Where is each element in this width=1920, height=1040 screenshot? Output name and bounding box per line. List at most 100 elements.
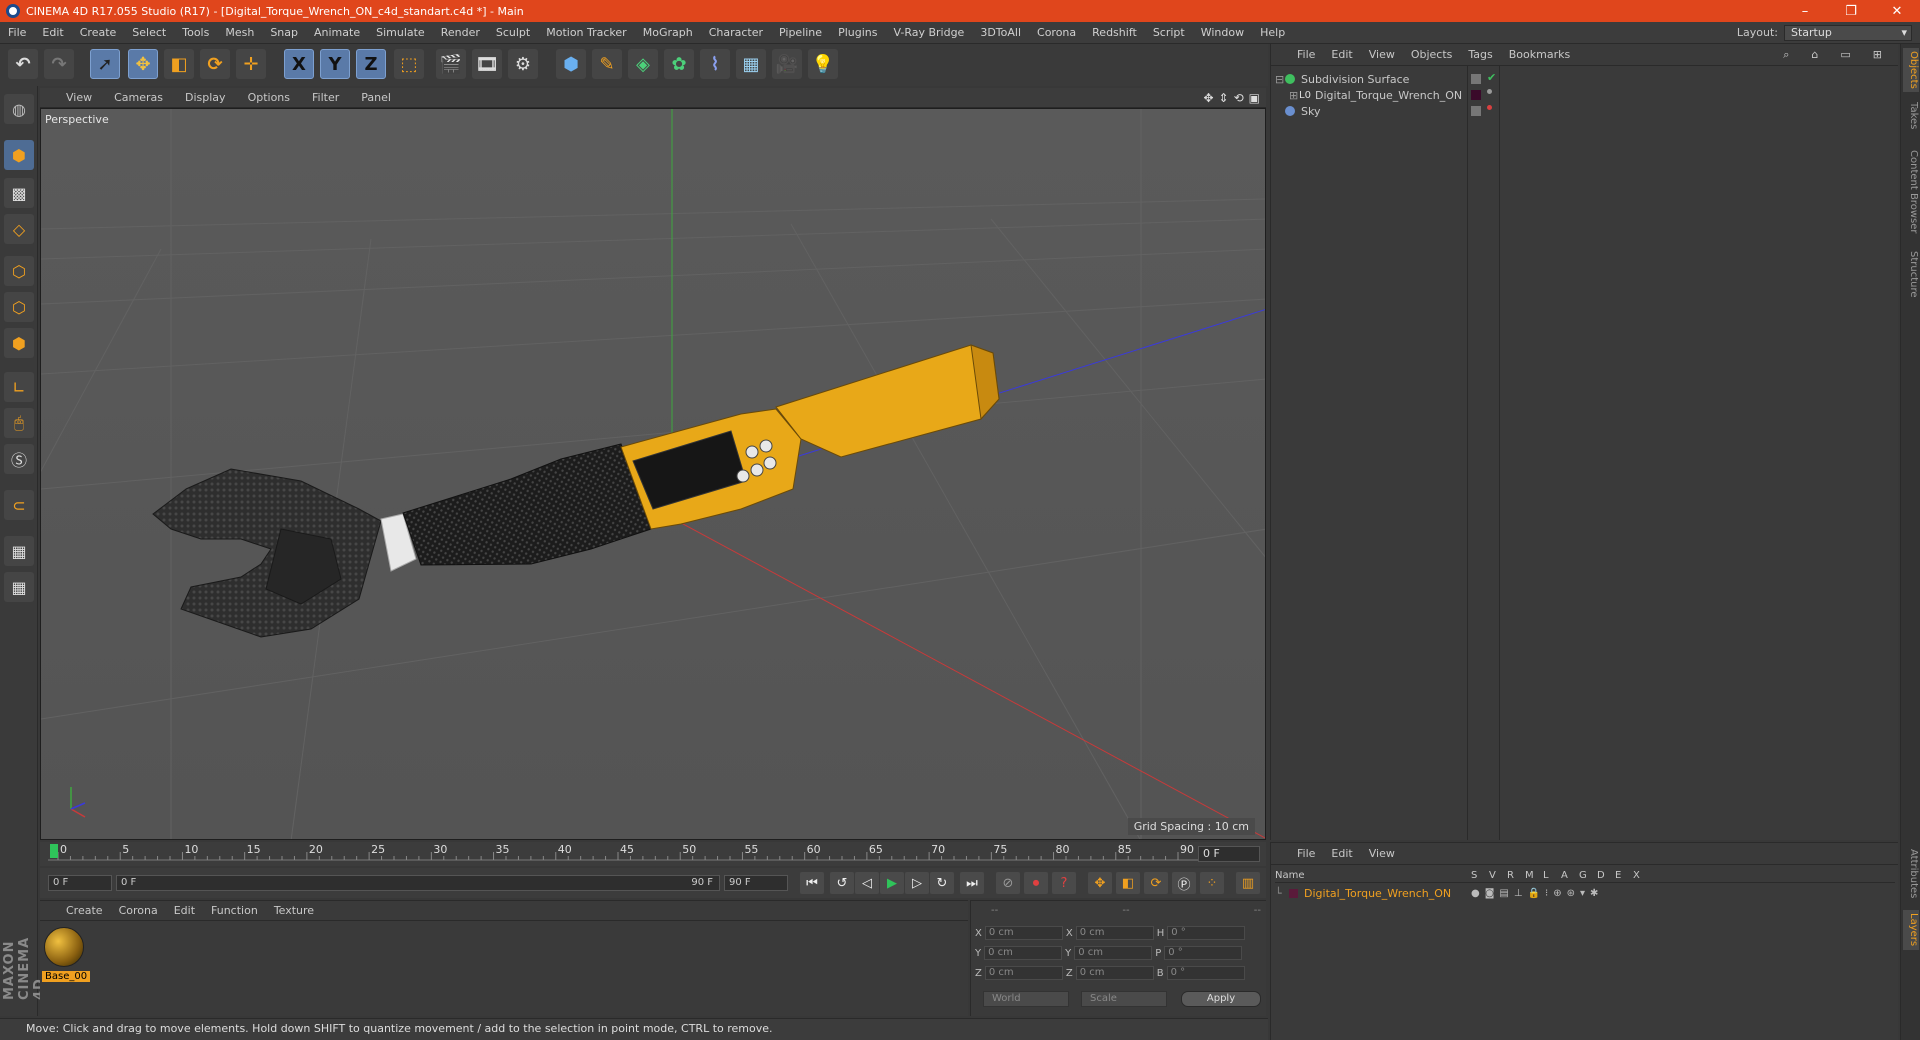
render-settings-icon[interactable]: ⚙ xyxy=(508,49,538,79)
key-scale-icon[interactable]: ◧ xyxy=(1116,872,1140,894)
pan-icon[interactable]: ✥ xyxy=(1203,91,1213,105)
subdivision-generator-icon[interactable]: ◈ xyxy=(628,49,658,79)
scale-tool-icon[interactable]: ◧ xyxy=(164,49,194,79)
menu-select[interactable]: Select xyxy=(124,26,174,39)
cloner-icon[interactable]: ✿ xyxy=(664,49,694,79)
menu-render[interactable]: Render xyxy=(433,26,488,39)
menu-edit[interactable]: Edit xyxy=(34,26,71,39)
toggle-layout-icon[interactable]: ▣ xyxy=(1249,91,1260,105)
size-y-field[interactable]: 0 cm xyxy=(1074,946,1153,960)
menu-simulate[interactable]: Simulate xyxy=(368,26,433,39)
material-menu-corona[interactable]: Corona xyxy=(111,904,166,917)
layer-menu-edit[interactable]: Edit xyxy=(1323,847,1360,860)
coordinate-mode-dropdown[interactable]: World xyxy=(983,991,1069,1007)
menu-redshift[interactable]: Redshift xyxy=(1084,26,1145,39)
make-editable-icon[interactable]: ◍ xyxy=(4,94,34,124)
material-menu-edit[interactable]: Edit xyxy=(166,904,203,917)
menu-animate[interactable]: Animate xyxy=(306,26,368,39)
side-tab-objects[interactable]: Objects xyxy=(1903,48,1919,92)
next-key-icon[interactable]: ↻ xyxy=(930,872,954,894)
layer-menu-file[interactable]: File xyxy=(1271,847,1323,860)
viewport-menu-options[interactable]: Options xyxy=(237,91,301,104)
key-parameter-icon[interactable]: Ⓟ xyxy=(1172,872,1196,894)
step-forward-icon[interactable]: ▷ xyxy=(905,872,929,894)
expand-icon[interactable]: ⊞ xyxy=(1865,48,1890,62)
menu-character[interactable]: Character xyxy=(701,26,771,39)
menu-corona[interactable]: Corona xyxy=(1029,26,1084,39)
menu-pipeline[interactable]: Pipeline xyxy=(771,26,830,39)
side-tab-attributes[interactable]: Attributes xyxy=(1903,844,1919,904)
visibility-dots-icon[interactable] xyxy=(1487,89,1492,94)
record-keys-icon[interactable]: ⏺ xyxy=(1024,872,1048,894)
timeline-ruler[interactable]: 0 5 10 15 20 25 30 35 40 45 50 55 60 65 70 75 80 85 90 0 F xyxy=(40,842,1266,866)
menu-file[interactable]: File xyxy=(0,26,34,39)
minimize-button[interactable]: – xyxy=(1782,4,1828,19)
go-to-end-icon[interactable]: ⏭ xyxy=(960,872,984,894)
tweak-mode-icon[interactable]: 🖱 xyxy=(4,408,34,438)
object-menu-edit[interactable]: Edit xyxy=(1323,48,1360,61)
transform-tool-icon[interactable]: ✛ xyxy=(236,49,266,79)
flag-view[interactable]: V xyxy=(1489,870,1496,881)
layer-flag-icons[interactable]: ●◙▤⊥🔒⁝⊕⊛▾✱ xyxy=(1471,888,1603,899)
object-name[interactable]: Sky xyxy=(1301,105,1320,118)
position-x-field[interactable]: 0 cm xyxy=(984,926,1063,940)
maximize-button[interactable]: ❐ xyxy=(1828,4,1874,19)
model-mode-icon[interactable]: ⬢ xyxy=(4,140,34,170)
editor-visibility-icon[interactable] xyxy=(1471,74,1481,84)
viewport-menu-panel[interactable]: Panel xyxy=(350,91,402,104)
key-rotation-icon[interactable]: ⟳ xyxy=(1144,872,1168,894)
viewport-menu-cameras[interactable]: Cameras xyxy=(103,91,174,104)
menu-mesh[interactable]: Mesh xyxy=(217,26,262,39)
menu-create[interactable]: Create xyxy=(72,26,125,39)
editor-visibility-icon[interactable] xyxy=(1471,106,1481,116)
deformer-icon[interactable]: ⌇ xyxy=(700,49,730,79)
perspective-viewport[interactable]: Perspective Grid Spacing : 10 cm xyxy=(40,108,1266,840)
cube-primitive-icon[interactable]: ⬢ xyxy=(556,49,586,79)
viewport-menu-display[interactable]: Display xyxy=(174,91,237,104)
flag-generators[interactable]: G xyxy=(1579,870,1587,881)
lock-workplane-icon[interactable]: ▦ xyxy=(4,536,34,566)
step-back-icon[interactable]: ◁ xyxy=(855,872,879,894)
flag-solo[interactable]: S xyxy=(1471,870,1477,881)
rotation-h-field[interactable]: 0 ° xyxy=(1167,926,1246,940)
menu-motion-tracker[interactable]: Motion Tracker xyxy=(538,26,634,39)
material-menu-create[interactable]: Create xyxy=(40,904,111,917)
select-cursor-icon[interactable]: ➚ xyxy=(90,49,120,79)
side-tab-content-browser[interactable]: Content Browser xyxy=(1903,144,1919,240)
material-menu-texture[interactable]: Texture xyxy=(266,904,322,917)
menu-window[interactable]: Window xyxy=(1193,26,1252,39)
layer-color-icon[interactable] xyxy=(1471,90,1481,100)
workplane-mode-icon[interactable]: ◇ xyxy=(4,214,34,244)
object-menu-tags[interactable]: Tags xyxy=(1460,48,1500,61)
side-tab-takes[interactable]: Takes xyxy=(1903,98,1919,134)
menu-vray-bridge[interactable]: V-Ray Bridge xyxy=(885,26,972,39)
y-axis-lock-button[interactable]: Y xyxy=(320,49,350,79)
home-icon[interactable]: ⌂ xyxy=(1803,48,1826,62)
floor-scene-icon[interactable]: ▦ xyxy=(736,49,766,79)
menu-mograph[interactable]: MoGraph xyxy=(635,26,701,39)
layer-menu-view[interactable]: View xyxy=(1361,847,1403,860)
size-x-field[interactable]: 0 cm xyxy=(1075,926,1154,940)
material-name[interactable]: Base_00 xyxy=(42,971,91,982)
side-tab-structure[interactable]: Structure xyxy=(1903,244,1919,304)
x-axis-lock-button[interactable]: X xyxy=(284,49,314,79)
rotate-tool-icon[interactable]: ⟳ xyxy=(200,49,230,79)
position-y-field[interactable]: 0 cm xyxy=(984,946,1063,960)
object-menu-file[interactable]: File xyxy=(1271,48,1323,61)
collapse-icon[interactable]: ⊟ xyxy=(1275,73,1285,86)
end-frame-field[interactable]: 90 F xyxy=(724,875,788,891)
frame-range-slider[interactable]: 0 F 90 F xyxy=(116,875,720,891)
layout-dropdown[interactable]: Startup xyxy=(1784,24,1912,41)
play-icon[interactable]: ▶ xyxy=(880,872,904,894)
flag-locked[interactable]: L xyxy=(1543,870,1549,881)
expand-icon[interactable]: ⊞ xyxy=(1289,89,1299,102)
new-view-icon[interactable]: ▭ xyxy=(1832,48,1858,62)
enabled-check-icon[interactable]: ✔ xyxy=(1487,71,1496,84)
close-button[interactable]: ✕ xyxy=(1874,4,1920,19)
key-pla-icon[interactable]: ⁘ xyxy=(1200,872,1224,894)
object-row-sky[interactable]: Sky xyxy=(1275,102,1895,120)
rotation-b-field[interactable]: 0 ° xyxy=(1166,966,1245,980)
flag-animation[interactable]: A xyxy=(1561,870,1568,881)
object-menu-bookmarks[interactable]: Bookmarks xyxy=(1501,48,1578,61)
menu-sculpt[interactable]: Sculpt xyxy=(488,26,538,39)
